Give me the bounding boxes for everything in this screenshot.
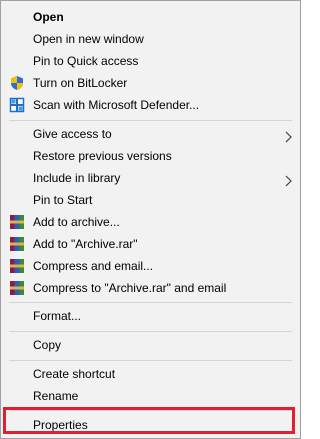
- menu-item-compress-email[interactable]: Compress and email...: [1, 255, 300, 277]
- menu-item-open-new-window[interactable]: Open in new window: [1, 28, 300, 50]
- menu-item-give-access[interactable]: Give access to: [1, 123, 300, 145]
- menu-item-label: Pin to Start: [33, 193, 93, 207]
- defender-icon: [9, 97, 25, 113]
- menu-separator: [9, 302, 292, 303]
- menu-separator: [9, 120, 292, 121]
- menu-item-label: Create shortcut: [33, 367, 116, 381]
- properties-highlight-box: [3, 407, 295, 434]
- menu-item-format[interactable]: Format...: [1, 305, 300, 327]
- menu-item-label: Copy: [33, 338, 62, 352]
- menu-item-add-to-archive-rar[interactable]: Add to "Archive.rar": [1, 233, 300, 255]
- menu-item-restore-versions[interactable]: Restore previous versions: [1, 145, 300, 167]
- menu-item-label: Restore previous versions: [33, 149, 172, 163]
- menu-item-turn-on-bitlocker[interactable]: Turn on BitLocker: [1, 72, 300, 94]
- menu-item-label: Give access to: [33, 127, 112, 141]
- menu-item-create-shortcut[interactable]: Create shortcut: [1, 363, 300, 385]
- winrar-icon: [9, 214, 25, 230]
- menu-item-label: Compress and email...: [33, 259, 154, 273]
- winrar-icon: [9, 236, 25, 252]
- menu-separator: [9, 360, 292, 361]
- menu-item-open[interactable]: Open: [1, 6, 300, 28]
- menu-item-label: Scan with Microsoft Defender...: [33, 98, 200, 112]
- menu-item-copy[interactable]: Copy: [1, 334, 300, 356]
- menu-item-scan-defender[interactable]: Scan with Microsoft Defender...: [1, 94, 300, 116]
- menu-item-label: Add to archive...: [33, 215, 120, 229]
- menu-item-label: Open in new window: [33, 32, 144, 46]
- menu-item-label: Add to "Archive.rar": [33, 237, 138, 251]
- chevron-right-icon: [283, 128, 293, 143]
- menu-item-include-library[interactable]: Include in library: [1, 167, 300, 189]
- winrar-icon: [9, 280, 25, 296]
- menu-item-label: Include in library: [33, 171, 121, 185]
- shield-icon: [9, 75, 25, 91]
- menu-item-label: Format...: [33, 309, 82, 323]
- menu-item-label: Turn on BitLocker: [33, 76, 128, 90]
- menu-item-label: Rename: [33, 389, 79, 403]
- chevron-right-icon: [283, 172, 293, 187]
- menu-item-add-to-archive[interactable]: Add to archive...: [1, 211, 300, 233]
- winrar-icon: [9, 258, 25, 274]
- menu-item-pin-start[interactable]: Pin to Start: [1, 189, 300, 211]
- menu-item-rename[interactable]: Rename: [1, 385, 300, 407]
- context-menu: Open Open in new window Pin to Quick acc…: [0, 0, 301, 439]
- menu-item-pin-quick-access[interactable]: Pin to Quick access: [1, 50, 300, 72]
- menu-item-label: Pin to Quick access: [33, 54, 139, 68]
- menu-separator: [9, 331, 292, 332]
- menu-item-label: Compress to "Archive.rar" and email: [33, 281, 227, 295]
- menu-item-compress-to-rar-email[interactable]: Compress to "Archive.rar" and email: [1, 277, 300, 299]
- menu-item-label: Open: [33, 10, 64, 24]
